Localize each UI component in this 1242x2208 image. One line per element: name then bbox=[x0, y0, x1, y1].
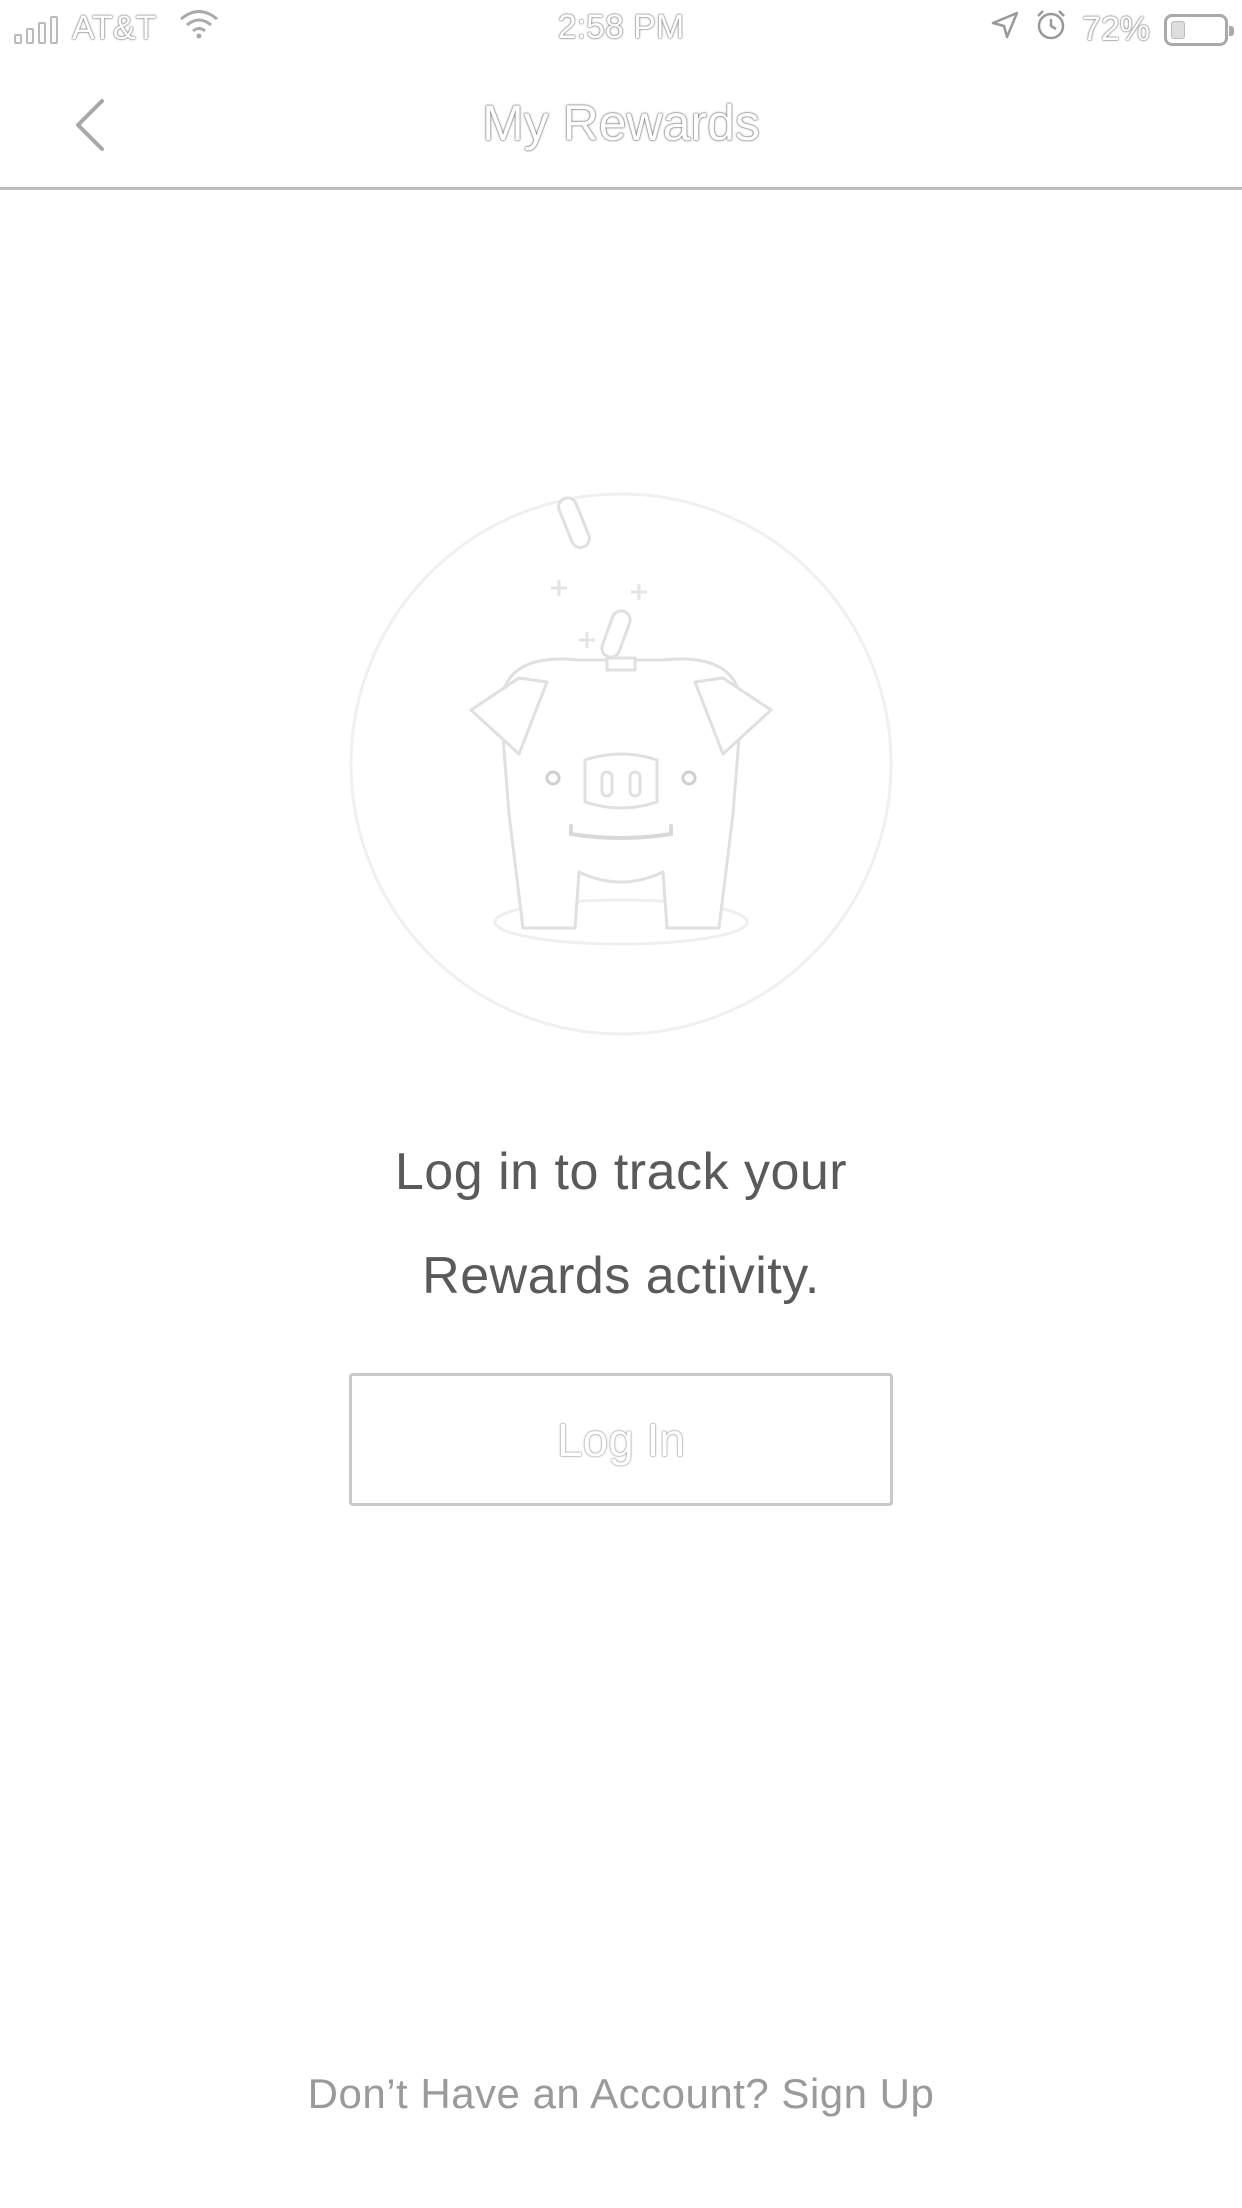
piggy-bank-icon bbox=[349, 492, 893, 1036]
signup-link[interactable]: Don’t Have an Account? Sign Up bbox=[0, 2070, 1242, 2118]
login-button-label: Log In bbox=[557, 1413, 685, 1466]
alarm-clock-icon bbox=[1034, 8, 1068, 51]
login-button[interactable]: Log In bbox=[349, 1373, 893, 1506]
message-line-1: Log in to track your bbox=[394, 1143, 848, 1201]
battery-percent: 72% bbox=[1081, 10, 1150, 48]
piggy-bank-illustration bbox=[349, 492, 893, 1036]
login-prompt-message: Log in to track your Rewards activity. bbox=[0, 1120, 1242, 1328]
location-arrow-icon bbox=[990, 10, 1020, 49]
page-title: My Rewards bbox=[482, 95, 760, 151]
nav-bar: My Rewards bbox=[0, 62, 1242, 190]
battery-icon bbox=[1164, 13, 1234, 46]
status-right: 72% bbox=[990, 8, 1234, 51]
message-line-2: Rewards activity. bbox=[422, 1247, 820, 1305]
rewards-screen: AT&T 2:58 PM 72% My Rewards Log in to tr… bbox=[0, 0, 1242, 2208]
status-bar: AT&T 2:58 PM 72% bbox=[0, 0, 1242, 62]
